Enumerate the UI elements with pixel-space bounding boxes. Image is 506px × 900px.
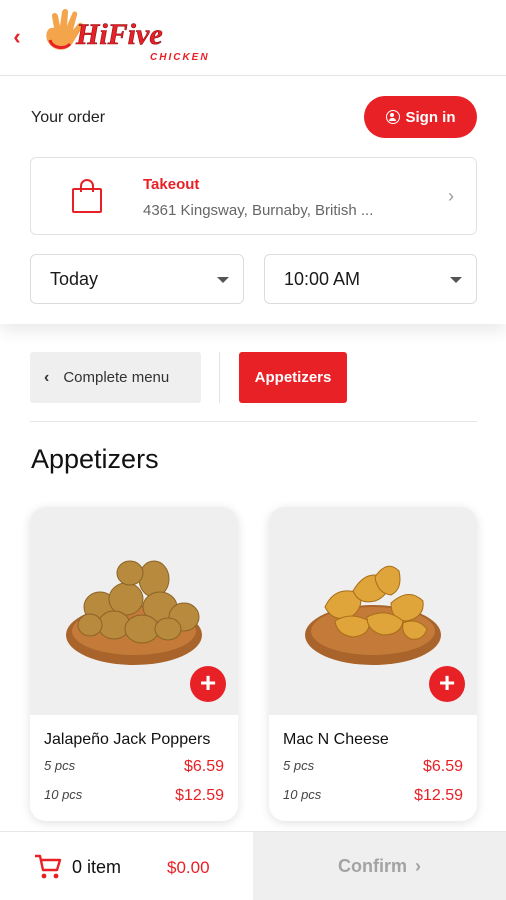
product-card[interactable]: + Mac N Cheese 5 pcs $6.59 10 pcs $12.59 [269,507,477,821]
chevron-left-icon: ‹ [44,368,50,386]
size-option: 5 pcs [44,758,76,773]
product-card[interactable]: + Jalapeño Jack Poppers 5 pcs $6.59 10 p… [30,507,238,821]
complete-menu-button[interactable]: ‹ Complete menu [30,352,201,403]
confirm-button[interactable]: Confirm › [253,832,506,900]
top-bar: ‹ HiFive CHICKEN [0,0,506,76]
shopping-bag-icon [72,179,102,213]
your-order-heading: Your order [31,109,106,126]
product-name: Mac N Cheese [283,731,389,748]
product-image: + [30,507,238,715]
price: $12.59 [414,787,463,804]
order-panel: Your order Sign in Takeout 4361 Kingsway… [0,76,506,324]
price: $6.59 [422,758,463,775]
chevron-right-icon: › [415,856,421,876]
takeout-address: 4361 Kingsway, Burnaby, British ... [143,202,374,219]
price: $12.59 [175,787,224,804]
takeout-title: Takeout [143,176,200,193]
logo-subtext: CHICKEN [150,52,210,63]
takeout-card[interactable]: Takeout 4361 Kingsway, Burnaby, British … [30,157,477,235]
cart-item-count: 0 item [72,857,122,877]
product-name: Jalapeño Jack Poppers [44,731,211,748]
tab-appetizers[interactable]: Appetizers [239,352,347,403]
day-select-value: Today [50,268,99,289]
chevron-right-icon: › [448,186,454,206]
hifive-logo[interactable]: HiFive CHICKEN [42,6,208,68]
size-option: 5 pcs [283,758,315,773]
user-circle-icon [385,110,400,124]
section-title: Appetizers [31,444,159,474]
complete-menu-label: Complete menu [63,369,170,386]
product-image: + [269,507,477,715]
nav-divider [219,352,220,403]
time-select-value: 10:00 AM [284,268,361,289]
caret-down-icon [217,277,229,283]
size-option: 10 pcs [44,787,83,802]
chevron-left-icon[interactable]: ‹ [8,24,26,50]
day-select[interactable]: Today [30,254,244,304]
menu-nav: ‹ Complete menu Appetizers [30,352,477,422]
time-select[interactable]: 10:00 AM [264,254,477,304]
sign-in-label: Sign in [405,108,456,126]
add-item-button[interactable]: + [429,666,465,702]
confirm-label: Confirm [338,856,407,876]
sign-in-button[interactable]: Sign in [364,96,477,138]
svg-text:HiFive: HiFive [75,18,163,51]
add-item-button[interactable]: + [190,666,226,702]
size-option: 10 pcs [283,787,322,802]
cart-total: $0.00 [167,858,210,877]
caret-down-icon [450,277,462,283]
price: $6.59 [183,758,224,775]
cart-icon[interactable] [34,854,62,880]
cart-bar: 0 item $0.00 Confirm › [0,831,506,900]
